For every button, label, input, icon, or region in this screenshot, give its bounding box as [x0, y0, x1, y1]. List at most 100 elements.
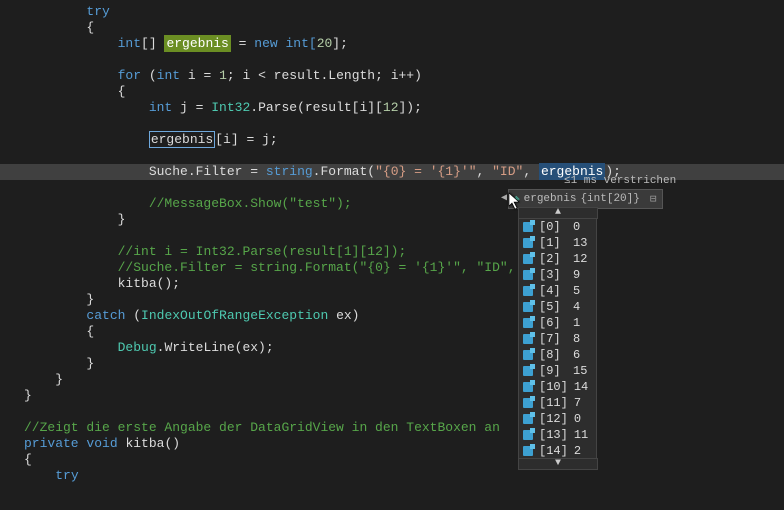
field-icon	[523, 286, 533, 296]
code-line	[0, 148, 784, 164]
watch-value: 7	[574, 396, 581, 410]
pin-icon[interactable]: ⊟	[650, 192, 657, 206]
code-line	[0, 404, 784, 420]
watch-row[interactable]: [12]0	[519, 411, 596, 427]
code-line: {	[0, 452, 784, 468]
watch-value: 14	[574, 380, 588, 394]
watch-index: [14]	[539, 444, 568, 458]
watch-index: [7]	[539, 332, 567, 346]
watch-row[interactable]: [13] 11	[519, 427, 596, 443]
code-line: {	[0, 20, 784, 36]
watch-row[interactable]: [6] 1	[519, 315, 596, 331]
code-line: }	[0, 372, 784, 388]
watch-row[interactable]: [8] 6	[519, 347, 596, 363]
code-line: for (int i = 1; i < result.Length; i++)	[0, 68, 784, 84]
field-icon	[523, 318, 533, 328]
code-line: //Suche.Filter = string.Format("{0} = '{…	[0, 260, 784, 276]
watch-value: 5	[573, 284, 580, 298]
debug-tooltip[interactable]: ◈ ergebnis {int[20]} ⊟	[508, 189, 663, 209]
code-line: }	[0, 212, 784, 228]
watch-row[interactable]: [7] 8	[519, 331, 596, 347]
watch-index: [1]	[539, 236, 567, 250]
tooltip-var-type: {int[20]}	[580, 193, 639, 205]
watch-value: 4	[573, 300, 580, 314]
watch-index: [11]	[539, 396, 568, 410]
watch-index: [8]	[539, 348, 567, 362]
watch-index: [3]	[539, 268, 567, 282]
field-icon	[523, 446, 533, 456]
field-icon	[523, 254, 533, 264]
watch-row[interactable]: [3] 9	[519, 267, 596, 283]
watch-row[interactable]: [0] 0	[519, 219, 596, 235]
watch-value: 12	[573, 252, 587, 266]
watch-value: 1	[573, 316, 580, 330]
watch-row[interactable]: [1] 13	[519, 235, 596, 251]
code-line: {	[0, 84, 784, 100]
code-line: //int i = Int32.Parse(result[1][12]);	[0, 244, 784, 260]
variable-ergebnis-decl: ergebnis	[164, 35, 230, 52]
code-line: //Zeigt die erste Angabe der DataGridVie…	[0, 420, 784, 436]
code-line: }	[0, 356, 784, 372]
chevron-down-icon: ▼	[519, 459, 597, 469]
watch-row[interactable]: [5] 4	[519, 299, 596, 315]
watch-row[interactable]: [9] 15	[519, 363, 596, 379]
watch-index: [9]	[539, 364, 567, 378]
code-line: kitba();	[0, 276, 784, 292]
watch-value: 0	[574, 412, 581, 426]
code-editor[interactable]: try { int[] ergebnis = new int[20]; for …	[0, 0, 784, 510]
watch-scroll-down[interactable]: ▼	[518, 458, 598, 470]
chevron-up-icon: ▲	[519, 208, 597, 218]
watch-index: [4]	[539, 284, 567, 298]
watch-value: 15	[573, 364, 587, 378]
code-line: int j = Int32.Parse(result[i][12]);	[0, 100, 784, 116]
field-icon	[523, 238, 533, 248]
code-line	[0, 52, 784, 68]
field-icon	[523, 414, 533, 424]
perf-timing-label: ≤1 ms verstrichen	[564, 175, 676, 187]
variable-ergebnis-ref: ergebnis	[149, 131, 215, 148]
debug-watch-panel[interactable]: [0]0[1]13[2]12[3]9[4]5[5]4[6]1[7]8[8]6[9…	[518, 218, 597, 460]
watch-value: 13	[573, 236, 587, 250]
watch-index: [5]	[539, 300, 567, 314]
code-line: {	[0, 324, 784, 340]
watch-value: 0	[573, 220, 580, 234]
variable-icon: ◈	[513, 192, 520, 206]
code-line: try	[0, 468, 784, 484]
expand-triangle-icon[interactable]: ◀	[501, 192, 507, 204]
field-icon	[523, 430, 533, 440]
code-line: ergebnis[i] = j;	[0, 132, 784, 148]
code-line	[0, 228, 784, 244]
field-icon	[523, 302, 533, 312]
watch-value: 11	[574, 428, 588, 442]
field-icon	[523, 382, 533, 392]
code-line: catch (IndexOutOfRangeException ex)	[0, 308, 784, 324]
watch-value: 2	[574, 444, 581, 458]
code-line: }	[0, 292, 784, 308]
watch-index: [10]	[539, 380, 568, 394]
watch-row[interactable]: [10] 14	[519, 379, 596, 395]
watch-row[interactable]: [14] 2	[519, 443, 596, 459]
tooltip-var-name: ergebnis	[524, 193, 577, 205]
watch-row[interactable]: [11] 7	[519, 395, 596, 411]
code-line: //MessageBox.Show("test");	[0, 196, 784, 212]
watch-value: 8	[573, 332, 580, 346]
code-line: private void kitba()	[0, 436, 784, 452]
watch-value: 6	[573, 348, 580, 362]
code-line: int[] ergebnis = new int[20];	[0, 36, 784, 52]
field-icon	[523, 398, 533, 408]
code-line: try	[0, 4, 784, 20]
watch-row[interactable]: [2] 12	[519, 251, 596, 267]
watch-value: 9	[573, 268, 580, 282]
watch-index: [0]	[539, 220, 567, 234]
field-icon	[523, 270, 533, 280]
watch-index: [6]	[539, 316, 567, 330]
field-icon	[523, 366, 533, 376]
watch-index: [13]	[539, 428, 568, 442]
watch-index: [2]	[539, 252, 567, 266]
watch-row[interactable]: [4] 5	[519, 283, 596, 299]
field-icon	[523, 222, 533, 232]
field-icon	[523, 350, 533, 360]
code-line: Debug.WriteLine(ex);	[0, 340, 784, 356]
code-line	[0, 116, 784, 132]
code-line: }	[0, 388, 784, 404]
